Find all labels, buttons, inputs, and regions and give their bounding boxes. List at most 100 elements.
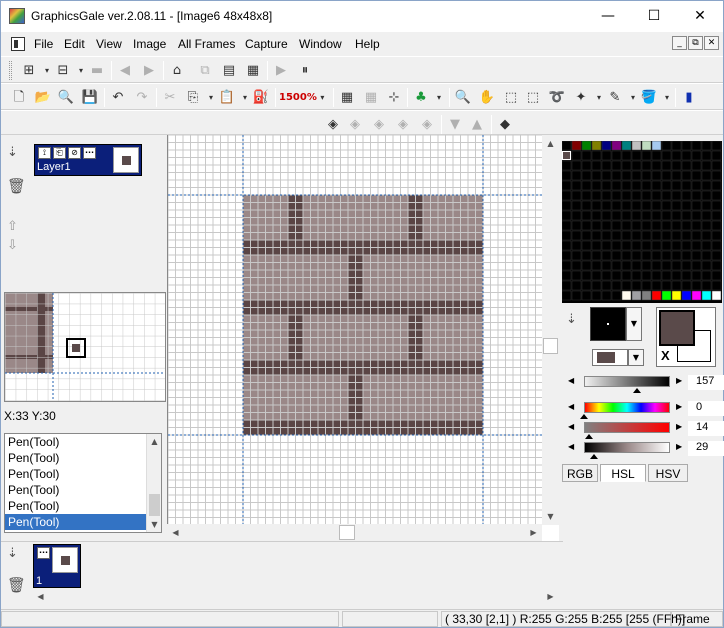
menu-help[interactable]: Help — [355, 37, 380, 51]
palette-swatch[interactable] — [651, 180, 662, 191]
frames-scrollbar[interactable]: ◀ ▶ — [33, 589, 561, 605]
palette-swatch[interactable] — [651, 200, 662, 211]
palette-swatch[interactable] — [681, 250, 692, 261]
palette-swatch[interactable] — [641, 270, 652, 281]
hue-value[interactable]: 0 — [688, 401, 724, 416]
zoom-search-icon[interactable]: 🔍 — [56, 88, 76, 107]
menu-file[interactable]: File — [34, 37, 53, 51]
palette-swatch[interactable] — [581, 170, 592, 181]
palette-swatch[interactable] — [711, 200, 722, 211]
duplicate-layer-icon[interactable]: ◈ — [345, 115, 365, 134]
palette-swatch[interactable] — [691, 180, 702, 191]
next-frame-icon[interactable]: ▶ — [139, 61, 159, 80]
crop-grid-icon[interactable]: ⊹ — [384, 88, 404, 107]
document-icon[interactable] — [11, 37, 25, 51]
palette-swatch[interactable] — [591, 220, 602, 231]
palette-swatch[interactable] — [671, 230, 682, 241]
fill-bucket-icon[interactable]: ⛽ — [251, 88, 271, 107]
palette-swatch[interactable] — [601, 250, 612, 261]
palette-swatch[interactable] — [681, 170, 692, 181]
palette-swatch[interactable] — [641, 170, 652, 181]
trash-icon[interactable]: 🗑 — [7, 177, 26, 195]
palette-swatch[interactable] — [621, 210, 632, 221]
transform-dropdown-icon[interactable]: ▾ — [429, 88, 449, 107]
palette-swatch[interactable] — [631, 180, 642, 191]
palette-swatch[interactable] — [661, 270, 672, 281]
palette-swatch[interactable] — [611, 160, 622, 171]
pause-icon[interactable]: ⏸ — [295, 61, 315, 80]
palette-swatch[interactable] — [581, 160, 592, 171]
palette-swatch[interactable] — [621, 230, 632, 241]
palette-swatch[interactable] — [671, 260, 682, 271]
palette-swatch[interactable] — [681, 190, 692, 201]
palette-swatch[interactable] — [581, 180, 592, 191]
trash-icon[interactable]: 🗑 — [7, 576, 26, 594]
palette-swatch[interactable] — [651, 190, 662, 201]
lasso-icon[interactable]: ➰ — [547, 88, 567, 107]
lightness-value[interactable]: 157 — [688, 375, 724, 390]
palette-swatch[interactable] — [571, 280, 582, 291]
palette-swatch[interactable] — [701, 200, 712, 211]
palette-swatch[interactable] — [571, 230, 582, 241]
palette-swatch[interactable] — [701, 141, 712, 151]
lasso-select-icon[interactable]: ⬚ — [523, 88, 543, 107]
paste-frame-icon[interactable]: ▤ — [219, 61, 239, 80]
palette-swatch[interactable] — [651, 170, 662, 181]
cut-icon[interactable]: ✂ — [160, 88, 180, 107]
palette-swatch[interactable] — [681, 150, 692, 161]
delete-layer-icon[interactable]: ◈ — [369, 115, 389, 134]
palette-swatch[interactable] — [562, 260, 572, 271]
palette-swatch[interactable] — [611, 220, 622, 231]
palette-swatch[interactable] — [691, 190, 702, 201]
palette-swatch[interactable] — [641, 280, 652, 291]
scroll-down-icon[interactable]: ▼ — [543, 509, 558, 524]
palette-swatch[interactable] — [611, 240, 622, 251]
frame-properties-icon[interactable]: ⌂ — [167, 61, 187, 80]
palette-swatch[interactable] — [631, 280, 642, 291]
slider-right-icon[interactable]: ▶ — [676, 402, 682, 411]
palette-swatch[interactable] — [621, 250, 632, 261]
palette-swatch[interactable] — [581, 280, 592, 291]
palette-swatch[interactable] — [621, 170, 632, 181]
menu-edit[interactable]: Edit — [64, 37, 85, 51]
delete-frame-icon[interactable]: ▬ — [87, 61, 107, 80]
palette-swatch[interactable] — [621, 260, 632, 271]
palette-swatch[interactable] — [671, 180, 682, 191]
palette-swatch[interactable] — [671, 170, 682, 181]
palette-swatch[interactable] — [691, 290, 702, 301]
save-disk-icon[interactable]: 💾 — [80, 88, 100, 107]
palette-swatch[interactable] — [591, 260, 602, 271]
palette-swatch[interactable] — [601, 220, 612, 231]
menu-window[interactable]: Window — [299, 37, 342, 51]
history-item[interactable]: Pen(Tool) — [5, 482, 161, 498]
redo-icon[interactable]: ↷ — [132, 88, 152, 107]
slider-right-icon[interactable]: ▶ — [676, 442, 682, 451]
slider-left-icon[interactable]: ◀ — [568, 402, 574, 411]
palette-swatch[interactable] — [562, 250, 572, 261]
palette-swatch[interactable] — [571, 170, 582, 181]
palette-swatch[interactable] — [641, 210, 652, 221]
palette-swatch[interactable] — [701, 160, 712, 171]
palette-swatch[interactable] — [601, 280, 612, 291]
palette-swatch[interactable] — [621, 200, 632, 211]
palette-swatch[interactable] — [591, 200, 602, 211]
palette-swatch[interactable] — [661, 260, 672, 271]
palette-swatch[interactable] — [711, 170, 722, 181]
pin-icon[interactable]: ⇣ — [7, 546, 18, 561]
palette-swatch[interactable] — [711, 280, 722, 291]
palette-swatch[interactable] — [691, 210, 702, 221]
palette-swatch[interactable] — [581, 150, 592, 161]
palette-swatch[interactable] — [651, 141, 662, 151]
palette-swatch[interactable] — [711, 141, 722, 151]
palette-swatch[interactable] — [651, 230, 662, 241]
palette-swatch[interactable] — [611, 170, 622, 181]
palette-swatch[interactable] — [681, 260, 692, 271]
flatten-layer-icon[interactable]: ◈ — [417, 115, 437, 134]
palette-swatch[interactable] — [621, 150, 632, 161]
palette-swatch[interactable] — [661, 280, 672, 291]
palette-swatch[interactable] — [581, 240, 592, 251]
luminance-value[interactable]: 29 — [688, 441, 724, 456]
palette-swatch[interactable] — [571, 260, 582, 271]
history-item-selected[interactable]: Pen(Tool) — [5, 514, 161, 530]
palette-swatch[interactable] — [562, 141, 572, 151]
